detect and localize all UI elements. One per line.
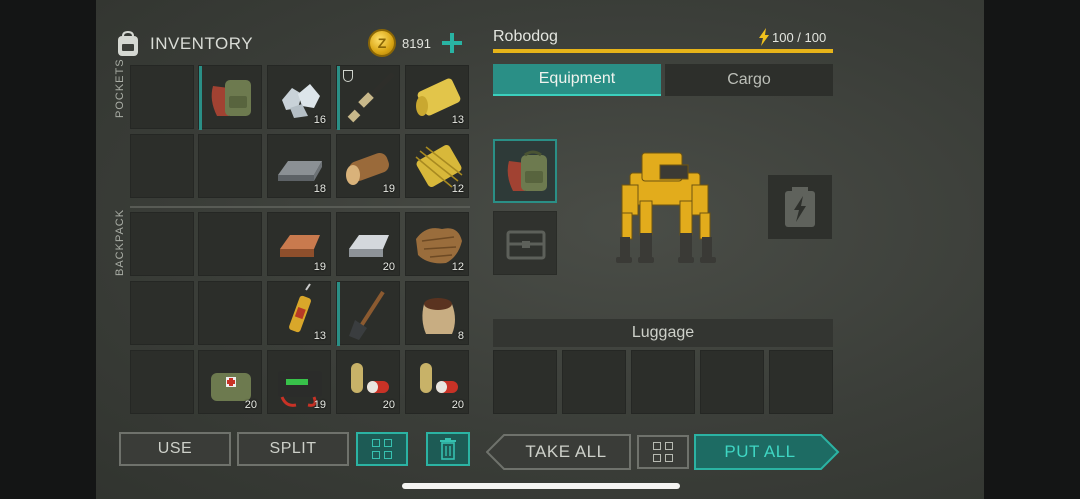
energy-bar — [493, 49, 833, 53]
inventory-slot[interactable]: 20 — [198, 350, 262, 414]
use-button[interactable]: USE — [119, 432, 231, 466]
add-coins-plus-icon[interactable] — [441, 32, 463, 54]
shovel-icon — [349, 290, 385, 340]
inventory-slot[interactable] — [198, 65, 262, 130]
robot-name: Robodog — [493, 28, 558, 45]
battery-slot[interactable] — [768, 175, 832, 239]
inventory-slot-empty[interactable] — [130, 212, 194, 276]
item-count: 18 — [313, 183, 326, 195]
coin-count: 8191 — [402, 35, 431, 51]
item-count: 12 — [451, 183, 464, 195]
grid-icon — [653, 442, 673, 462]
inventory-slot[interactable]: 18 — [267, 134, 331, 198]
inventory-slot-empty[interactable] — [198, 212, 262, 276]
put-all-button[interactable]: PUT ALL — [698, 435, 822, 469]
inventory-slot-empty[interactable] — [130, 134, 194, 198]
luggage-slot-1[interactable] — [493, 350, 557, 414]
backpack-header-icon — [118, 30, 138, 56]
inventory-slot[interactable]: 12 — [405, 212, 469, 276]
inventory-slot[interactable]: 13 — [267, 281, 331, 345]
storage-box-icon — [506, 230, 546, 260]
item-count: 20 — [382, 399, 395, 411]
split-button[interactable]: SPLIT — [237, 432, 349, 466]
energy-readout: 100 / 100 — [758, 28, 826, 46]
backpack-icon — [507, 150, 547, 191]
inventory-slot-empty[interactable] — [130, 281, 194, 345]
lightning-icon — [759, 28, 769, 46]
inventory-slot[interactable]: 19 — [267, 212, 331, 276]
tab-equipment[interactable]: Equipment — [493, 64, 661, 96]
pockets-divider — [130, 206, 470, 208]
item-count: 20 — [451, 399, 464, 411]
inventory-slot[interactable]: 19 — [267, 350, 331, 414]
luggage-slot-3[interactable] — [631, 350, 695, 414]
trash-icon — [440, 438, 456, 460]
equipment-slot-backpack[interactable] — [493, 139, 557, 203]
inventory-slot[interactable]: 8 — [405, 281, 469, 345]
inventory-slot[interactable]: 19 — [336, 134, 400, 198]
coin-icon: Z — [368, 29, 396, 57]
item-count: 19 — [382, 183, 395, 195]
grid-icon — [372, 439, 392, 459]
inventory-title: INVENTORY — [150, 34, 254, 53]
inventory-slot[interactable]: 20 — [405, 350, 469, 414]
inventory-slot-empty[interactable] — [130, 65, 194, 129]
delete-button[interactable] — [426, 432, 470, 466]
item-count: 13 — [313, 330, 326, 342]
item-count: 19 — [313, 261, 326, 273]
rifle-icon — [345, 72, 395, 123]
energy-value: 100 / 100 — [772, 29, 827, 45]
item-count: 20 — [244, 399, 257, 411]
item-count: 8 — [457, 330, 464, 342]
luggage-header: Luggage — [493, 319, 833, 347]
cargo-sort-button[interactable] — [637, 435, 689, 469]
luggage-slot-5[interactable] — [769, 350, 833, 414]
inventory-slot[interactable] — [336, 281, 400, 346]
equipment-slot-storage[interactable] — [493, 211, 557, 275]
robodog-icon — [616, 152, 716, 263]
luggage-slot-2[interactable] — [562, 350, 626, 414]
inventory-slot[interactable]: 16 — [267, 65, 331, 129]
item-count: 19 — [313, 399, 326, 411]
sort-grid-button[interactable] — [356, 432, 408, 466]
inventory-slot[interactable]: 20 — [336, 350, 400, 414]
inventory-slot-empty[interactable] — [130, 350, 194, 414]
home-indicator[interactable] — [402, 483, 680, 489]
left-letterbox — [0, 0, 96, 499]
pockets-label: POCKETS — [114, 58, 126, 118]
item-count: 13 — [451, 114, 464, 126]
item-count: 16 — [313, 114, 326, 126]
backpack-label: BACKPACK — [114, 208, 126, 276]
inventory-slot-empty[interactable] — [198, 281, 262, 345]
inventory-slot[interactable]: 12 — [405, 134, 469, 198]
item-count: 20 — [382, 261, 395, 273]
backpack-icon — [211, 80, 251, 116]
inventory-header: INVENTORY — [114, 28, 253, 60]
take-all-button[interactable]: TAKE ALL — [504, 435, 628, 469]
luggage-slot-4[interactable] — [700, 350, 764, 414]
inventory-slot[interactable] — [336, 65, 400, 130]
battery-icon — [785, 187, 815, 227]
item-count: 12 — [451, 261, 464, 273]
inventory-slot[interactable]: 13 — [405, 65, 469, 129]
inventory-slot-empty[interactable] — [198, 134, 262, 198]
inventory-slot[interactable]: 20 — [336, 212, 400, 276]
right-letterbox — [984, 0, 1080, 499]
tab-cargo[interactable]: Cargo — [665, 64, 833, 96]
coin-balance: Z 8191 — [368, 28, 463, 58]
